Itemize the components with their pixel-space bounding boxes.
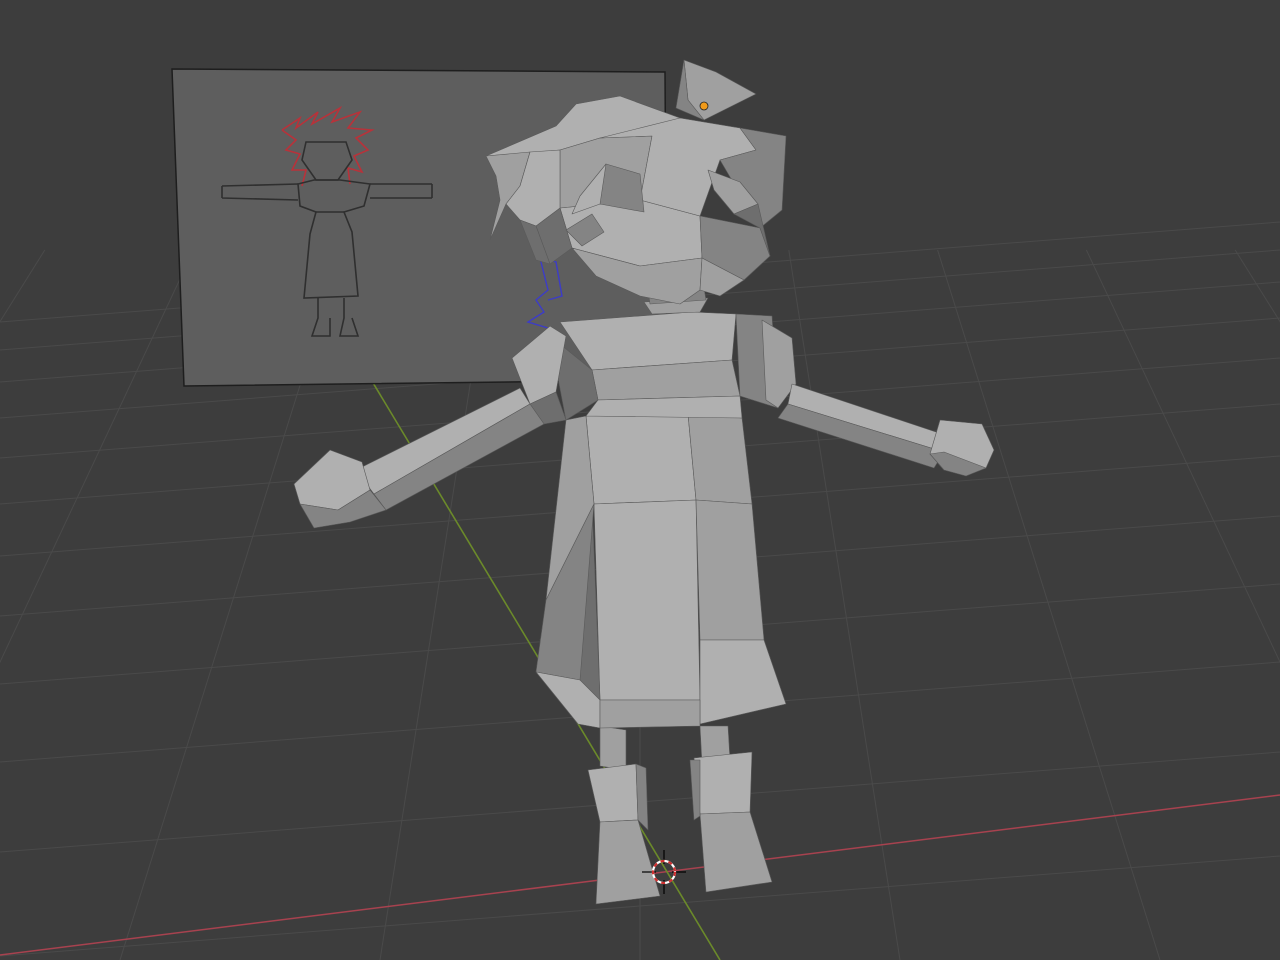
grid-line bbox=[937, 249, 1161, 960]
grid-line bbox=[1234, 249, 1280, 323]
object-origin-dot[interactable] bbox=[699, 101, 709, 111]
grid-line bbox=[1085, 249, 1280, 664]
3d-viewport[interactable] bbox=[0, 0, 1280, 960]
grid-line bbox=[0, 249, 195, 664]
viewport-scene[interactable] bbox=[0, 0, 1280, 960]
dress-skirt[interactable] bbox=[535, 413, 787, 729]
grid-line bbox=[0, 249, 46, 323]
left-boot[interactable] bbox=[587, 725, 661, 905]
grid-line bbox=[788, 249, 901, 960]
